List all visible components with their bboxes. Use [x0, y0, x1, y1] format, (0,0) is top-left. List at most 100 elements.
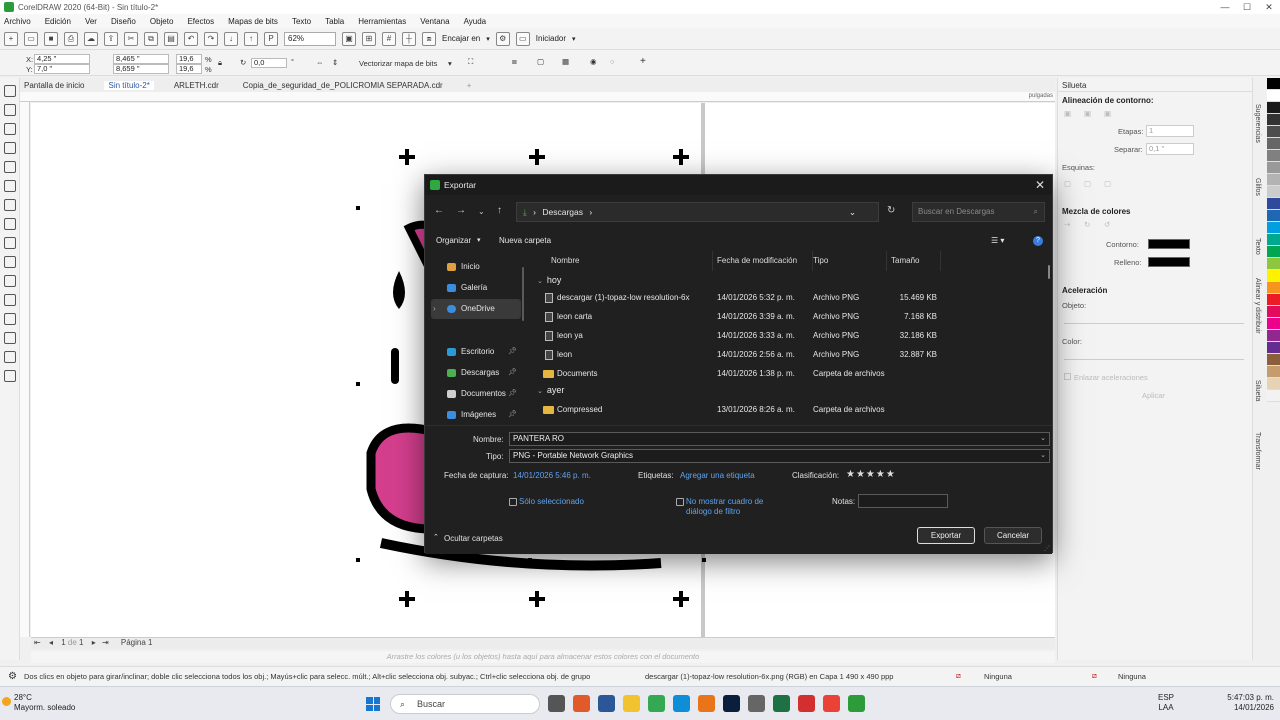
palette-swatch[interactable]	[1267, 270, 1280, 282]
full-screen-icon[interactable]: ▣	[342, 31, 356, 46]
open-icon[interactable]: ▭	[24, 31, 38, 46]
nav-item-inicio[interactable]: Inicio	[431, 257, 521, 277]
corner-round-icon[interactable]: ▢	[1084, 179, 1091, 188]
export-button[interactable]: Exportar	[917, 527, 975, 544]
menu-edicion[interactable]: Edición	[45, 17, 71, 26]
chrome-icon[interactable]	[648, 695, 665, 712]
corner-bevel-icon[interactable]: ▢	[1104, 179, 1111, 188]
word-icon[interactable]	[598, 695, 615, 712]
artistic-media-tool-icon[interactable]	[4, 180, 16, 192]
tab-sin-titulo-2[interactable]: Sin título-2*	[104, 80, 154, 90]
chevron-down-icon[interactable]: ⌄	[1040, 450, 1046, 462]
file-row[interactable]: leon 14/01/2026 2:56 a. m. Archivo PNG 3…	[535, 346, 1045, 364]
maximize-button[interactable]: ☐	[1236, 0, 1258, 14]
palette-swatch[interactable]	[1267, 90, 1280, 102]
palette-swatch[interactable]	[1267, 354, 1280, 366]
help-icon[interactable]: ?	[1033, 236, 1043, 246]
menu-ayuda[interactable]: Ayuda	[464, 17, 487, 26]
address-bar[interactable]: ⤓ › Descargas › ⌄	[516, 202, 879, 222]
resample-icon[interactable]: ▦	[562, 57, 569, 66]
column-header-size[interactable]: Tamaño	[887, 251, 941, 271]
height-field[interactable]: 8,659 "	[113, 64, 169, 74]
group-header-yesterday[interactable]: ⌄ ayer	[537, 385, 564, 395]
edit-bitmap-icon[interactable]: ▢	[537, 57, 544, 66]
bitmap-color-mask-icon[interactable]: ◉	[590, 57, 597, 66]
gear-icon[interactable]: ⚙	[495, 31, 510, 46]
tab-pantalla-de-inicio[interactable]: Pantalla de inicio	[20, 81, 88, 90]
file-row[interactable]: leon carta 14/01/2026 3:39 a. m. Archivo…	[535, 308, 1045, 326]
blend-clockwise-icon[interactable]: ↻	[1084, 220, 1090, 229]
nav-item-escritorio[interactable]: Escritorio 📌︎	[431, 342, 521, 362]
palette-swatch[interactable]	[1267, 258, 1280, 270]
cut-icon[interactable]: ✂	[124, 31, 138, 46]
palette-swatch[interactable]	[1267, 126, 1280, 138]
contour-outside-icon[interactable]: ▣	[1084, 109, 1091, 118]
app-icon[interactable]	[748, 695, 765, 712]
chevron-down-icon[interactable]: ⌄	[1040, 433, 1046, 445]
clock[interactable]: 5:47:03 p. m. 14/01/2026	[1227, 693, 1274, 713]
filename-input[interactable]: PANTERA RO ⌄	[509, 432, 1050, 446]
edge-icon[interactable]	[673, 695, 690, 712]
folder-row[interactable]: Compressed 13/01/2026 8:26 a. m. Carpeta…	[535, 401, 1045, 419]
y-position-field[interactable]: 7,0 "	[34, 64, 90, 74]
chevron-down-icon[interactable]: ▾	[448, 59, 452, 68]
next-page-icon[interactable]: ▸	[92, 638, 96, 647]
file-list-scrollbar[interactable]	[1048, 265, 1050, 279]
navigation-pane-scrollbar[interactable]	[522, 267, 524, 321]
hide-folders-button[interactable]: Ocultar carpetas	[444, 534, 503, 543]
windows-start-icon[interactable]	[366, 697, 380, 711]
palette-swatch[interactable]	[1267, 390, 1280, 402]
group-header-today[interactable]: ⌄ hoy	[537, 275, 561, 285]
paste-icon[interactable]: ▤	[164, 31, 178, 46]
grid-icon[interactable]: #	[382, 31, 396, 46]
prev-page-icon[interactable]: ◂	[49, 638, 53, 647]
language-indicator[interactable]: ESP LAA	[1158, 693, 1174, 713]
outline-none-icon[interactable]: ⧄	[1092, 671, 1097, 681]
ellipse-tool-icon[interactable]	[4, 218, 16, 230]
menu-ver[interactable]: Ver	[85, 17, 97, 26]
capture-date-value[interactable]: 14/01/2026 5:46 p. m.	[513, 471, 591, 480]
zoom-level-select[interactable]: 62%	[284, 31, 336, 46]
new-document-icon[interactable]: +	[4, 31, 18, 46]
nav-item-documentos[interactable]: Documentos 📌︎	[431, 384, 521, 404]
organize-button[interactable]: Organizar	[436, 236, 471, 245]
scale-height-field[interactable]: 19,6	[176, 64, 202, 74]
search-input[interactable]: Buscar en Descargas ⌕	[912, 202, 1045, 222]
tags-input[interactable]: Agregar una etiqueta	[680, 471, 755, 480]
folder-row[interactable]: Documents 14/01/2026 1:38 p. m. Carpeta …	[535, 365, 1045, 383]
add-icon[interactable]: +	[640, 56, 646, 67]
menu-tabla[interactable]: Tabla	[325, 17, 344, 26]
taskbar-search[interactable]: ⌕ Buscar	[390, 694, 540, 714]
nav-item-imagenes[interactable]: Imágenes 📌︎	[431, 405, 521, 425]
document-palette-hint[interactable]: Arrastre los colores (u los objetos) has…	[31, 651, 1055, 663]
fill-color-swatch[interactable]	[1148, 257, 1190, 267]
palette-swatch[interactable]	[1267, 222, 1280, 234]
app-icon[interactable]	[823, 695, 840, 712]
horizontal-scrollbar[interactable]	[31, 637, 1055, 649]
horizontal-ruler[interactable]: pulgadas	[20, 92, 1055, 102]
eyedropper-tool-icon[interactable]	[4, 351, 16, 363]
selection-handle[interactable]	[528, 558, 532, 562]
palette-swatch[interactable]	[1267, 366, 1280, 378]
parallel-dimension-tool-icon[interactable]	[4, 275, 16, 287]
no-filter-dialog-label-2[interactable]: diálogo de filtro	[686, 507, 740, 516]
new-folder-button[interactable]: Nueva carpeta	[499, 236, 551, 245]
chevron-down-icon[interactable]: ▾	[486, 35, 490, 43]
app-icon[interactable]	[698, 695, 715, 712]
file-row[interactable]: descargar (1)-topaz-low resolution-6x 14…	[535, 289, 1045, 307]
minimize-button[interactable]: —	[1214, 0, 1236, 14]
only-selected-label[interactable]: Sólo seleccionado	[519, 497, 584, 506]
tab-alinear-y-distribuir[interactable]: Alinear y distribuir	[1254, 278, 1261, 334]
forward-arrow-icon[interactable]: →	[456, 205, 466, 216]
contour-center-icon[interactable]: ▣	[1104, 109, 1111, 118]
trace-icon[interactable]: ⧈	[512, 57, 517, 67]
snap-to-label[interactable]: Encajar en	[442, 34, 480, 43]
menu-ventana[interactable]: Ventana	[420, 17, 449, 26]
contour-inside-icon[interactable]: ▣	[1064, 109, 1071, 118]
redo-icon[interactable]: ↷	[204, 31, 218, 46]
pin-icon[interactable]: 📌︎	[508, 384, 517, 404]
palette-swatch[interactable]	[1267, 186, 1280, 198]
outline-color-swatch[interactable]	[1148, 239, 1190, 249]
selection-handle[interactable]	[356, 382, 360, 386]
weather-widget[interactable]: 28°C Mayorm. soleado	[2, 693, 75, 713]
